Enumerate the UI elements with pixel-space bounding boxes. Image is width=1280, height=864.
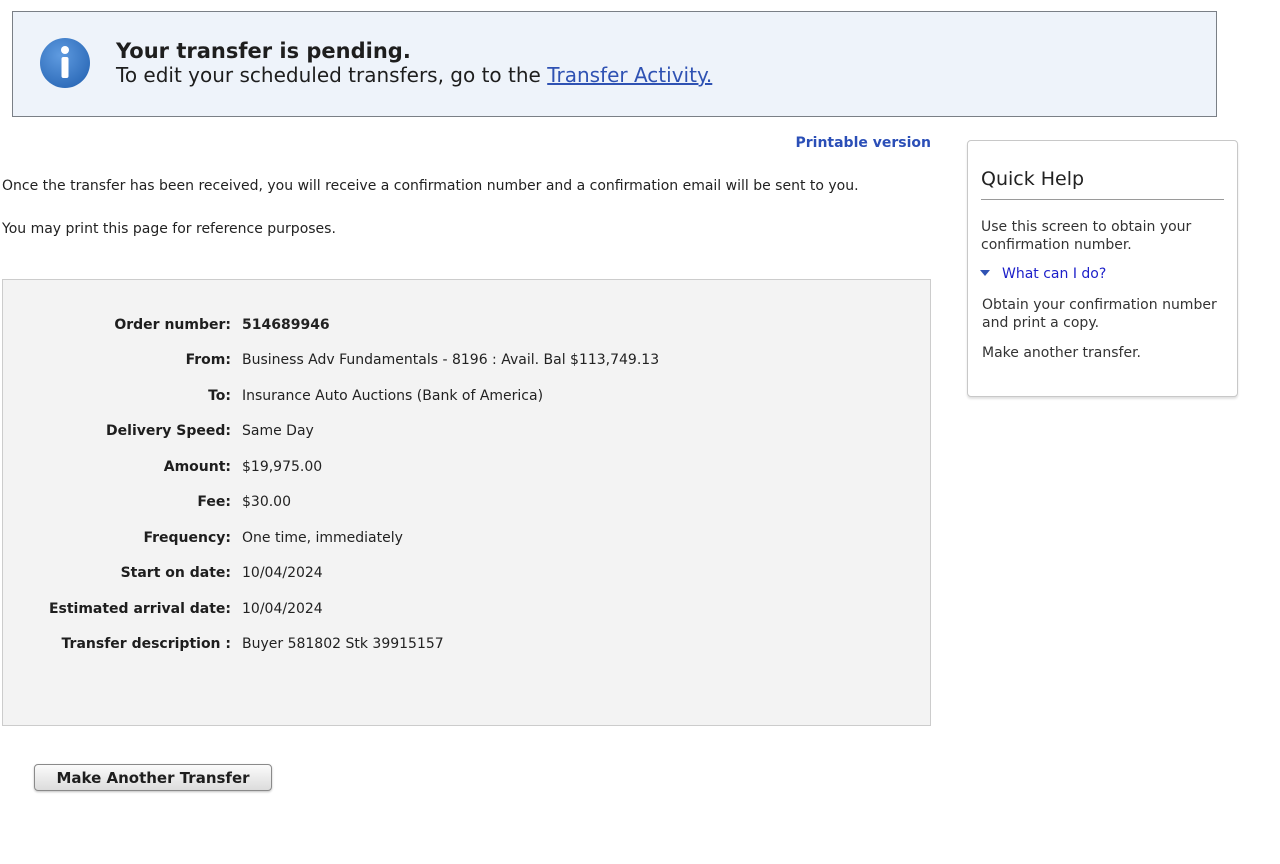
- quick-help-item: Make another transfer.: [982, 345, 1141, 361]
- quick-help-divider: [981, 199, 1224, 200]
- caret-down-icon: [980, 270, 990, 276]
- transfer-details-panel: Order number: 514689946 From: Business A…: [2, 279, 931, 726]
- confirmation-info-text: Once the transfer has been received, you…: [2, 178, 859, 194]
- detail-value: Same Day: [242, 423, 314, 439]
- detail-label: Start on date:: [120, 565, 231, 581]
- detail-value: 514689946: [242, 317, 330, 333]
- detail-row-order-number: Order number: 514689946: [3, 317, 923, 339]
- make-another-transfer-button[interactable]: Make Another Transfer: [34, 764, 272, 791]
- detail-label: Amount:: [163, 459, 231, 475]
- detail-value: $19,975.00: [242, 459, 323, 475]
- detail-value: Business Adv Fundamentals - 8196 : Avail…: [242, 352, 660, 368]
- detail-label: Frequency:: [143, 530, 231, 546]
- quick-help-item: Obtain your confirmation number and prin…: [982, 297, 1217, 331]
- detail-row-amount: Amount: $19,975.00: [3, 459, 923, 481]
- detail-row-arrival-date: Estimated arrival date: 10/04/2024: [3, 601, 923, 623]
- detail-value: One time, immediately: [242, 530, 403, 546]
- quick-help-panel: Quick Help Use this screen to obtain you…: [967, 140, 1238, 397]
- detail-value: 10/04/2024: [242, 601, 323, 617]
- detail-value: $30.00: [242, 494, 291, 510]
- quick-help-title: Quick Help: [981, 168, 1085, 190]
- detail-row-delivery-speed: Delivery Speed: Same Day: [3, 423, 923, 445]
- banner-message: To edit your scheduled transfers, go to …: [116, 63, 712, 87]
- detail-value: 10/04/2024: [242, 565, 323, 581]
- printable-version-link[interactable]: Printable version: [760, 135, 931, 151]
- info-icon: [40, 38, 90, 88]
- detail-label: From:: [185, 352, 231, 368]
- detail-row-from: From: Business Adv Fundamentals - 8196 :…: [3, 352, 923, 374]
- detail-row-frequency: Frequency: One time, immediately: [3, 530, 923, 552]
- banner-message-text: To edit your scheduled transfers, go to …: [116, 63, 548, 87]
- detail-value: Insurance Auto Auctions (Bank of America…: [242, 388, 544, 404]
- banner-title: Your transfer is pending.: [116, 39, 411, 63]
- detail-value: Buyer 581802 Stk 39915157: [242, 636, 444, 652]
- detail-label: Estimated arrival date:: [48, 601, 231, 617]
- quick-help-intro: Use this screen to obtain your confirmat…: [981, 219, 1192, 253]
- what-can-i-do-toggle[interactable]: What can I do?: [980, 266, 1106, 282]
- status-banner: Your transfer is pending. To edit your s…: [12, 11, 1217, 117]
- detail-label: Order number:: [114, 317, 231, 333]
- detail-label: To:: [208, 388, 231, 404]
- detail-row-description: Transfer description : Buyer 581802 Stk …: [3, 636, 923, 658]
- transfer-activity-link[interactable]: Transfer Activity.: [547, 63, 712, 87]
- detail-label: Transfer description :: [61, 636, 231, 652]
- print-reference-text: You may print this page for reference pu…: [2, 221, 336, 237]
- detail-row-start-date: Start on date: 10/04/2024: [3, 565, 923, 587]
- what-can-i-do-label: What can I do?: [1002, 266, 1107, 282]
- detail-label: Fee:: [197, 494, 231, 510]
- detail-label: Delivery Speed:: [106, 423, 231, 439]
- detail-row-to: To: Insurance Auto Auctions (Bank of Ame…: [3, 388, 923, 410]
- detail-row-fee: Fee: $30.00: [3, 494, 923, 516]
